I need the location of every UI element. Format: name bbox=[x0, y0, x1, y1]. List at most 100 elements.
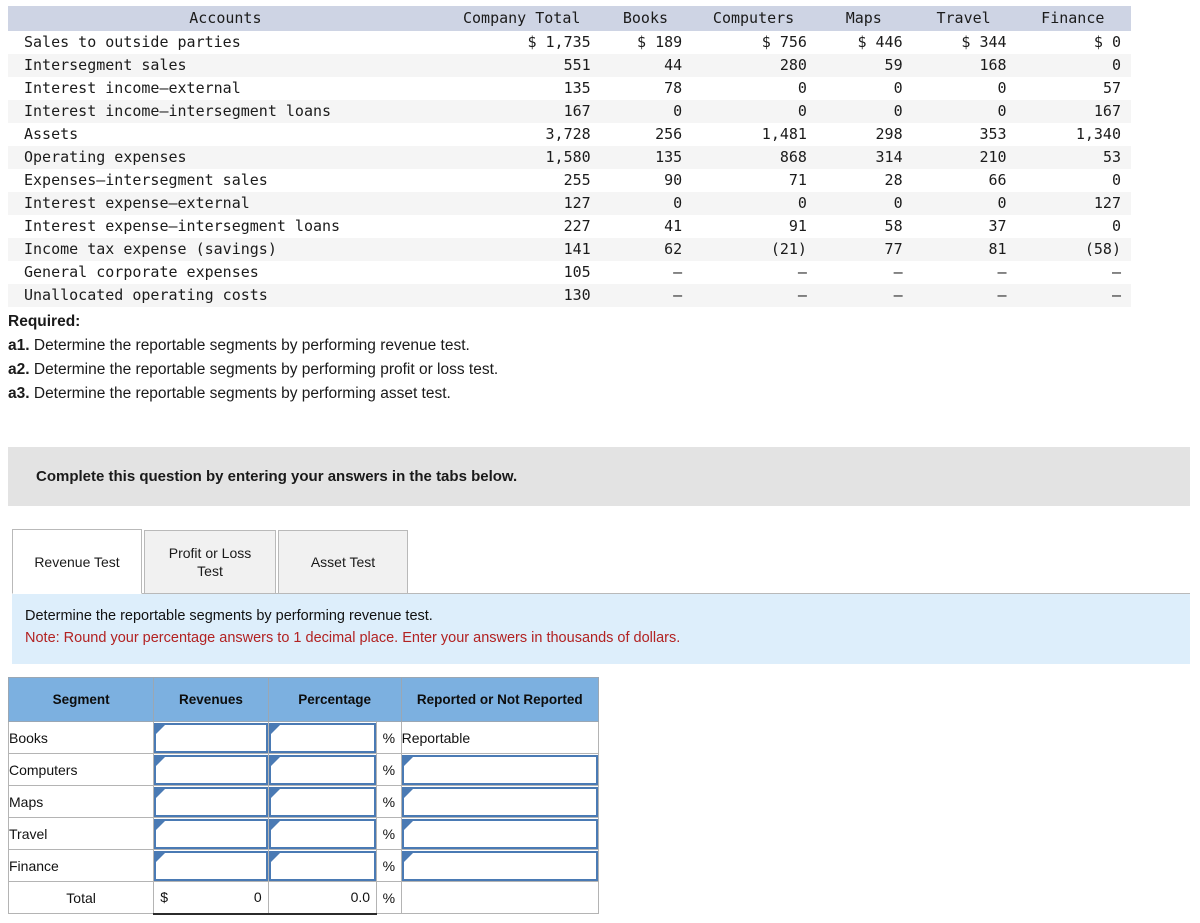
percentage-input-books[interactable] bbox=[269, 723, 376, 753]
percentage-input-maps[interactable] bbox=[269, 787, 376, 817]
cell-books: $ 189 bbox=[601, 31, 693, 54]
table-row: Interest income–external 135 78 0 0 0 57 bbox=[8, 77, 1131, 100]
row-label: Assets bbox=[8, 123, 445, 146]
cell-company-total: 227 bbox=[445, 215, 601, 238]
table-row: Assets 3,728 256 1,481 298 353 1,340 bbox=[8, 123, 1131, 146]
cell-books: 62 bbox=[601, 238, 693, 261]
percentage-input-finance[interactable] bbox=[269, 851, 376, 881]
cell-books: 135 bbox=[601, 146, 693, 169]
tab-asset-test[interactable]: Asset Test bbox=[278, 530, 408, 594]
revenue-test-answer-table-container: Segment Revenues Percentage Reported or … bbox=[8, 677, 599, 915]
percentage-input-cell-computers[interactable] bbox=[268, 754, 376, 786]
cell-maps: $ 446 bbox=[817, 31, 913, 54]
revenues-input-cell-finance[interactable] bbox=[154, 850, 269, 882]
answer-column-header-revenues: Revenues bbox=[154, 678, 269, 722]
percentage-input-cell-books[interactable] bbox=[268, 722, 376, 754]
cell-finance: 167 bbox=[1017, 100, 1131, 123]
cell-computers: 868 bbox=[692, 146, 817, 169]
reported-input-travel[interactable] bbox=[402, 819, 598, 849]
segment-data-table: Accounts Company Total Books Computers M… bbox=[8, 6, 1131, 307]
reported-input-finance[interactable] bbox=[402, 851, 598, 881]
segment-label-finance: Finance bbox=[9, 850, 154, 882]
row-label: Unallocated operating costs bbox=[8, 284, 445, 307]
revenues-input-cell-travel[interactable] bbox=[154, 818, 269, 850]
cell-travel: 0 bbox=[913, 192, 1017, 215]
cell-finance: 57 bbox=[1017, 77, 1131, 100]
required-section: Required: a1. Determine the reportable s… bbox=[8, 310, 908, 406]
required-text-a2: Determine the reportable segments by per… bbox=[30, 361, 499, 378]
cell-maps: 0 bbox=[817, 77, 913, 100]
required-key-a3: a3. bbox=[8, 385, 30, 402]
reported-input-cell-travel[interactable] bbox=[401, 818, 598, 850]
revenues-input-computers[interactable] bbox=[154, 755, 268, 785]
cell-finance: 53 bbox=[1017, 146, 1131, 169]
data-table-header-row: Accounts Company Total Books Computers M… bbox=[8, 6, 1131, 31]
cell-finance: – bbox=[1017, 284, 1131, 307]
required-item-a2: a2. Determine the reportable segments by… bbox=[8, 358, 908, 382]
cell-computers: 280 bbox=[692, 54, 817, 77]
cell-company-total: 141 bbox=[445, 238, 601, 261]
total-percent-symbol: % bbox=[377, 882, 402, 914]
cell-books: 78 bbox=[601, 77, 693, 100]
cell-company-total: 127 bbox=[445, 192, 601, 215]
cell-finance: 0 bbox=[1017, 169, 1131, 192]
column-header-maps: Maps bbox=[817, 6, 913, 31]
revenues-input-cell-computers[interactable] bbox=[154, 754, 269, 786]
data-table-body: Sales to outside parties $ 1,735 $ 189 $… bbox=[8, 31, 1131, 307]
table-row: Finance % bbox=[9, 850, 599, 882]
tab-asset-test-label: Asset Test bbox=[311, 553, 375, 571]
cell-books: – bbox=[601, 261, 693, 284]
cell-maps: – bbox=[817, 261, 913, 284]
reported-input-cell-maps[interactable] bbox=[401, 786, 598, 818]
cell-travel: 37 bbox=[913, 215, 1017, 238]
instruction-banner: Complete this question by entering your … bbox=[8, 447, 1190, 506]
column-header-travel: Travel bbox=[913, 6, 1017, 31]
total-reported-cell bbox=[401, 882, 598, 914]
reported-input-cell-computers[interactable] bbox=[401, 754, 598, 786]
table-row: Operating expenses 1,580 135 868 314 210… bbox=[8, 146, 1131, 169]
percentage-input-computers[interactable] bbox=[269, 755, 376, 785]
cell-travel: 0 bbox=[913, 77, 1017, 100]
cell-computers: $ 756 bbox=[692, 31, 817, 54]
cell-maps: 58 bbox=[817, 215, 913, 238]
reported-input-maps[interactable] bbox=[402, 787, 598, 817]
revenues-input-maps[interactable] bbox=[154, 787, 268, 817]
revenues-input-finance[interactable] bbox=[154, 851, 268, 881]
cell-computers: 1,481 bbox=[692, 123, 817, 146]
cell-finance: 0 bbox=[1017, 215, 1131, 238]
percentage-input-travel[interactable] bbox=[269, 819, 376, 849]
row-label: Intersegment sales bbox=[8, 54, 445, 77]
revenues-input-travel[interactable] bbox=[154, 819, 268, 849]
tab-revenue-test-label: Revenue Test bbox=[34, 553, 119, 571]
cell-travel: 210 bbox=[913, 146, 1017, 169]
table-row: Sales to outside parties $ 1,735 $ 189 $… bbox=[8, 31, 1131, 54]
total-currency-symbol: $ bbox=[154, 889, 168, 905]
row-label: Interest income–external bbox=[8, 77, 445, 100]
answer-table-body: Books % Reportable Computers % Maps % bbox=[9, 722, 599, 914]
row-label: Expenses–intersegment sales bbox=[8, 169, 445, 192]
cell-company-total: 3,728 bbox=[445, 123, 601, 146]
revenues-input-books[interactable] bbox=[154, 723, 268, 753]
percentage-input-cell-finance[interactable] bbox=[268, 850, 376, 882]
tab-revenue-test[interactable]: Revenue Test bbox=[12, 529, 142, 594]
cell-books: 41 bbox=[601, 215, 693, 238]
cell-company-total: $ 1,735 bbox=[445, 31, 601, 54]
revenues-input-cell-books[interactable] bbox=[154, 722, 269, 754]
required-item-a1: a1. Determine the reportable segments by… bbox=[8, 334, 908, 358]
segment-label-computers: Computers bbox=[9, 754, 154, 786]
cell-company-total: 130 bbox=[445, 284, 601, 307]
reported-input-computers[interactable] bbox=[402, 755, 598, 785]
column-header-books: Books bbox=[601, 6, 693, 31]
tab-profit-or-loss-test[interactable]: Profit or Loss Test bbox=[144, 530, 276, 594]
cell-maps: 28 bbox=[817, 169, 913, 192]
percentage-input-cell-travel[interactable] bbox=[268, 818, 376, 850]
percentage-input-cell-maps[interactable] bbox=[268, 786, 376, 818]
row-label: Sales to outside parties bbox=[8, 31, 445, 54]
reported-input-cell-finance[interactable] bbox=[401, 850, 598, 882]
cell-finance: $ 0 bbox=[1017, 31, 1131, 54]
answer-column-header-percentage: Percentage bbox=[268, 678, 401, 722]
table-row-total: Total $0 0.0 % bbox=[9, 882, 599, 914]
cell-finance: (58) bbox=[1017, 238, 1131, 261]
revenues-input-cell-maps[interactable] bbox=[154, 786, 269, 818]
cell-travel: 66 bbox=[913, 169, 1017, 192]
